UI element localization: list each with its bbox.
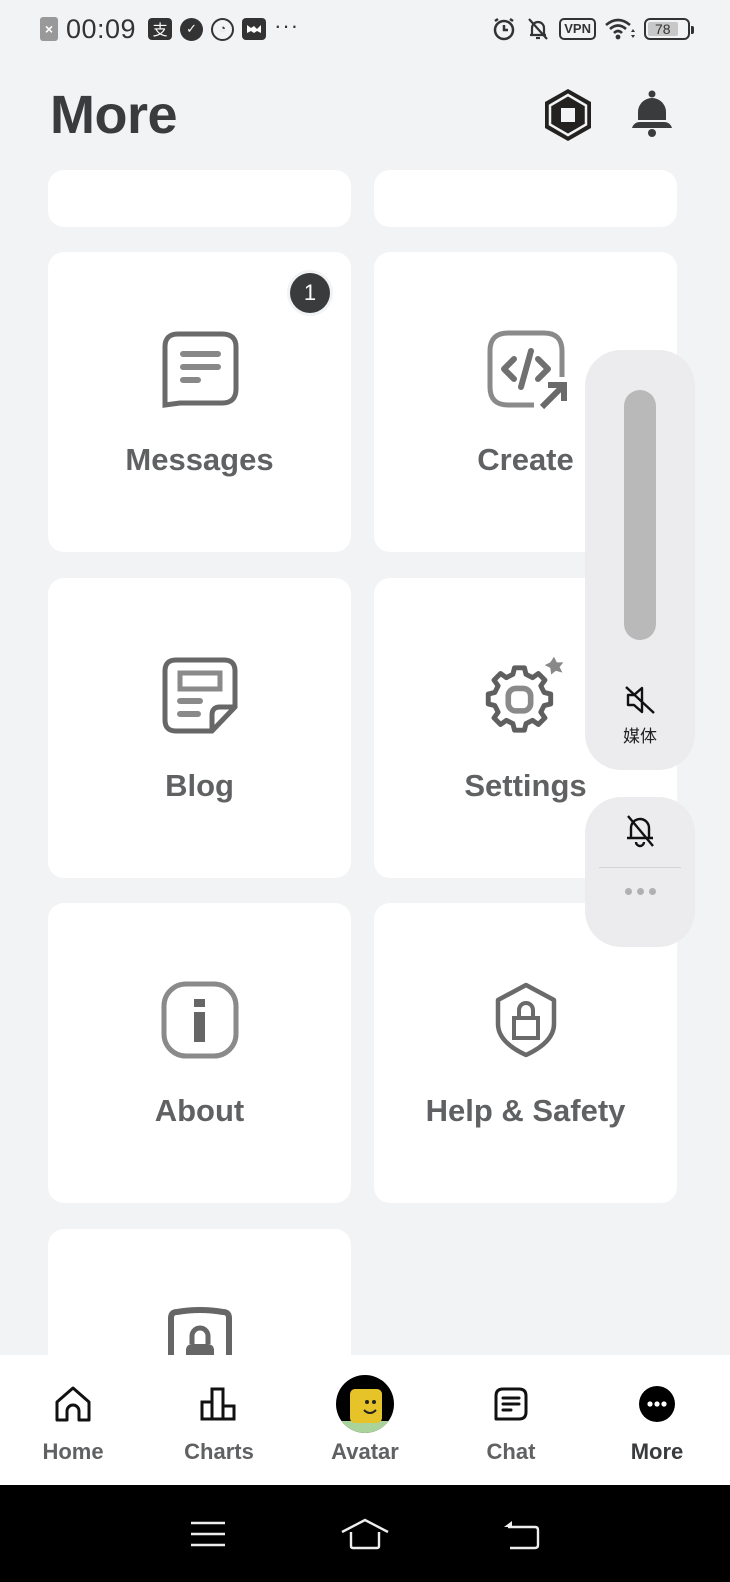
system-home-button[interactable] — [335, 1509, 395, 1559]
dot — [648, 888, 656, 895]
panel-divider — [599, 867, 681, 868]
nav-home[interactable]: Home — [0, 1355, 146, 1485]
nav-charts[interactable]: Charts — [146, 1355, 292, 1485]
help-safety-icon — [484, 978, 568, 1062]
avatar-icon — [336, 1375, 394, 1433]
media-mute-button[interactable] — [622, 682, 658, 718]
nav-avatar[interactable]: Avatar — [292, 1355, 438, 1485]
ringer-toggle-button[interactable] — [620, 811, 660, 851]
messages-icon — [158, 327, 242, 411]
parental-lock-icon — [158, 1304, 242, 1355]
messages-badge: 1 — [290, 273, 330, 313]
more-icon — [628, 1375, 686, 1433]
about-icon — [158, 978, 242, 1062]
media-label: 媒体 — [623, 727, 657, 747]
nav-chat-label: Chat — [486, 1439, 536, 1464]
menu-card-partial-right[interactable] — [374, 170, 677, 227]
nav-avatar-label: Avatar — [331, 1439, 399, 1464]
menu-card-messages[interactable]: 1 Messages — [48, 252, 351, 552]
bell-off-icon — [627, 815, 654, 848]
settings-icon — [484, 653, 568, 737]
nav-more[interactable]: More — [584, 1355, 730, 1485]
charts-icon — [190, 1375, 248, 1433]
home-icon — [341, 1518, 389, 1549]
home-icon — [44, 1375, 102, 1433]
nav-home-label: Home — [42, 1439, 104, 1464]
bottom-nav: Home Charts Avatar Chat More — [0, 1355, 730, 1485]
volume-panel: 媒体 — [585, 350, 695, 770]
menu-card-parental-controls[interactable] — [48, 1229, 351, 1355]
menu-card-about[interactable]: About — [48, 903, 351, 1203]
chat-icon — [482, 1375, 540, 1433]
blog-label: Blog — [165, 768, 234, 803]
ring-panel — [585, 797, 695, 947]
speaker-muted-icon — [625, 686, 655, 714]
about-label: About — [154, 1093, 245, 1128]
menu-card-help-safety[interactable]: Help & Safety — [374, 903, 677, 1203]
help-safety-label: Help & Safety — [425, 1093, 626, 1128]
menu-grid: 1 Messages Create Blog Settings About He… — [48, 0, 678, 1355]
volume-more-button[interactable] — [624, 888, 656, 895]
menu-card-partial-left[interactable] — [48, 170, 351, 227]
blog-icon — [158, 653, 242, 737]
back-button[interactable] — [492, 1509, 552, 1559]
nav-chat[interactable]: Chat — [438, 1355, 584, 1485]
nav-charts-label: Charts — [184, 1439, 254, 1464]
recent-apps-button[interactable] — [178, 1509, 238, 1559]
menu-icon — [191, 1521, 226, 1546]
messages-label: Messages — [125, 442, 274, 477]
menu-card-blog[interactable]: Blog — [48, 578, 351, 878]
dot — [624, 888, 632, 895]
create-icon — [484, 327, 568, 411]
dot — [636, 888, 644, 895]
volume-slider[interactable] — [624, 390, 656, 640]
nav-more-label: More — [630, 1439, 684, 1464]
back-icon — [503, 1520, 539, 1549]
system-nav-bar — [0, 1485, 730, 1582]
